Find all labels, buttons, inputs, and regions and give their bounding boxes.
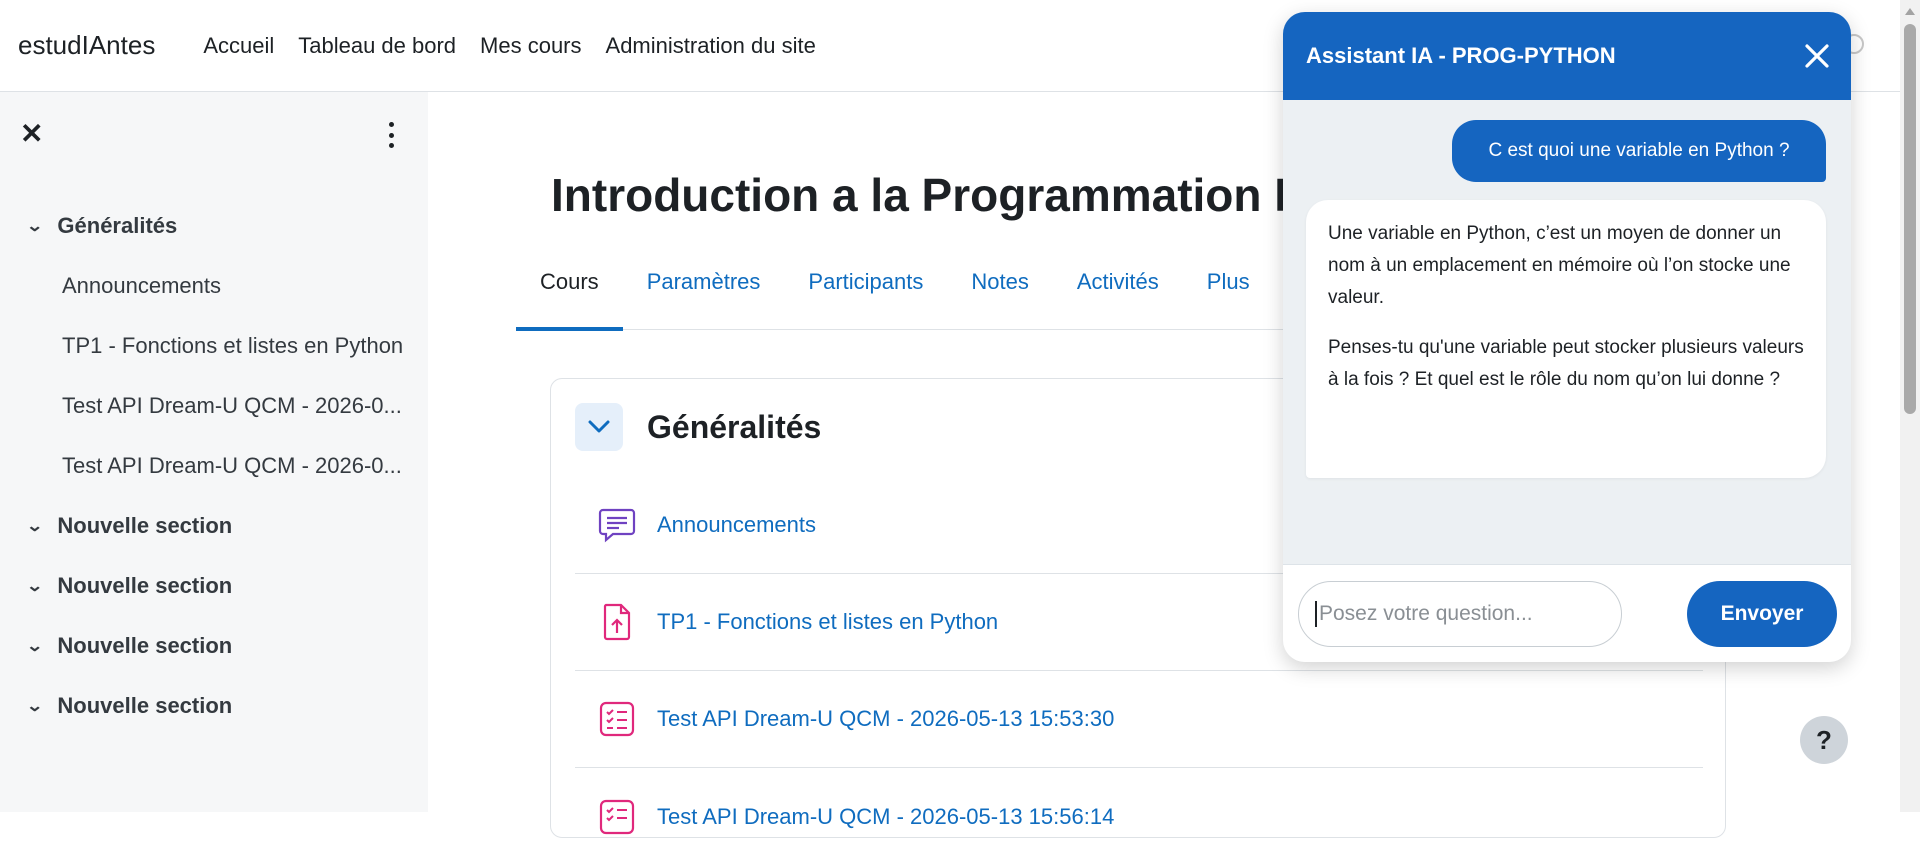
assistant-message-bubble: Une variable en Python, c’est un moyen d… <box>1306 200 1826 478</box>
nav-link-tableau-de-bord[interactable]: Tableau de bord <box>298 33 456 59</box>
ai-assistant-chat: Assistant IA - PROG-PYTHON C est quoi un… <box>1283 12 1851 662</box>
nav-link-mes-cours[interactable]: Mes cours <box>480 33 581 59</box>
activity-item: Test API Dream-U QCM - 2026-05-13 15:53:… <box>575 671 1703 768</box>
tab-notes[interactable]: Notes <box>947 255 1052 330</box>
chevron-down-icon <box>588 420 610 433</box>
activity-item: Test API Dream-U QCM - 2026-05-13 15:56:… <box>575 768 1703 865</box>
site-brand[interactable]: estudIAntes <box>18 30 155 61</box>
course-index-section[interactable]: ⌄ Généralités <box>0 196 428 256</box>
activity-link[interactable]: Announcements <box>657 512 816 538</box>
tab-activites[interactable]: Activités <box>1053 255 1183 330</box>
primary-nav: Accueil Tableau de bord Mes cours Admini… <box>203 33 840 59</box>
course-index-section[interactable]: ⌄ Nouvelle section <box>0 556 428 616</box>
activity-link[interactable]: Test API Dream-U QCM - 2026-05-13 15:53:… <box>657 706 1114 732</box>
tab-cours[interactable]: Cours <box>516 255 623 331</box>
assistant-message-paragraph: Une variable en Python, c’est un moyen d… <box>1328 223 1791 308</box>
quiz-icon <box>595 697 639 741</box>
tab-parametres[interactable]: Paramètres <box>623 255 785 330</box>
chevron-down-icon[interactable]: ⌄ <box>26 216 43 236</box>
activity-link[interactable]: TP1 - Fonctions et listes en Python <box>657 609 998 635</box>
activity-link[interactable]: Test API Dream-U QCM - 2026-05-13 15:56:… <box>657 804 1114 830</box>
chevron-down-icon[interactable]: ⌄ <box>26 516 43 536</box>
course-index-section[interactable]: ⌄ Nouvelle section <box>0 676 428 736</box>
tab-plus[interactable]: Plus <box>1183 255 1274 330</box>
course-index-item[interactable]: TP1 - Fonctions et listes en Python <box>0 316 428 376</box>
user-message-bubble: C est quoi une variable en Python ? <box>1452 120 1826 182</box>
chat-header: Assistant IA - PROG-PYTHON <box>1283 12 1851 100</box>
text-cursor <box>1315 601 1317 627</box>
section-label: Nouvelle section <box>57 513 233 538</box>
page-scrollbar[interactable] <box>1900 0 1920 812</box>
assistant-message-paragraph: Penses-tu qu'une variable peut stocker p… <box>1328 337 1804 390</box>
quiz-icon <box>595 795 639 839</box>
close-icon[interactable] <box>1803 42 1831 70</box>
chat-title: Assistant IA - PROG-PYTHON <box>1306 43 1616 68</box>
close-icon[interactable]: ✕ <box>20 120 44 148</box>
page-title: Introduction a la Programmation P <box>551 169 1291 221</box>
tab-participants[interactable]: Participants <box>784 255 947 330</box>
course-index-section[interactable]: ⌄ Nouvelle section <box>0 496 428 556</box>
course-index-item[interactable]: Test API Dream-U QCM - 2026-0... <box>0 436 428 496</box>
chat-input-bar: Posez votre question... Envoyer <box>1283 564 1851 662</box>
assignment-upload-icon <box>595 600 639 644</box>
course-index-drawer: ✕ ⌄ Généralités Announcements TP1 - Fonc… <box>0 92 428 812</box>
forum-icon <box>595 503 639 547</box>
chat-input-placeholder: Posez votre question... <box>1319 602 1533 625</box>
kebab-icon[interactable] <box>380 122 402 148</box>
course-index-section[interactable]: ⌄ Nouvelle section <box>0 616 428 676</box>
nav-link-accueil[interactable]: Accueil <box>203 33 274 59</box>
help-button[interactable]: ? <box>1800 716 1848 764</box>
chevron-down-icon[interactable]: ⌄ <box>26 576 43 596</box>
send-button[interactable]: Envoyer <box>1687 581 1837 647</box>
scrollbar-thumb[interactable] <box>1904 24 1916 414</box>
course-index-item[interactable]: Test API Dream-U QCM - 2026-0... <box>0 376 428 436</box>
section-label: Nouvelle section <box>57 633 233 658</box>
section-title: Généralités <box>647 409 822 445</box>
section-collapse-button[interactable] <box>575 403 623 451</box>
scroll-up-arrow-icon[interactable] <box>1905 8 1915 15</box>
chat-question-input[interactable]: Posez votre question... <box>1298 581 1622 647</box>
nav-link-administration[interactable]: Administration du site <box>606 33 816 59</box>
chevron-down-icon[interactable]: ⌄ <box>26 696 43 716</box>
section-label: Nouvelle section <box>57 573 233 598</box>
chevron-down-icon[interactable]: ⌄ <box>26 636 43 656</box>
course-index-item[interactable]: Announcements <box>0 256 428 316</box>
section-label: Généralités <box>57 213 178 238</box>
section-label: Nouvelle section <box>57 693 233 718</box>
course-index-list: ⌄ Généralités Announcements TP1 - Foncti… <box>0 196 428 736</box>
